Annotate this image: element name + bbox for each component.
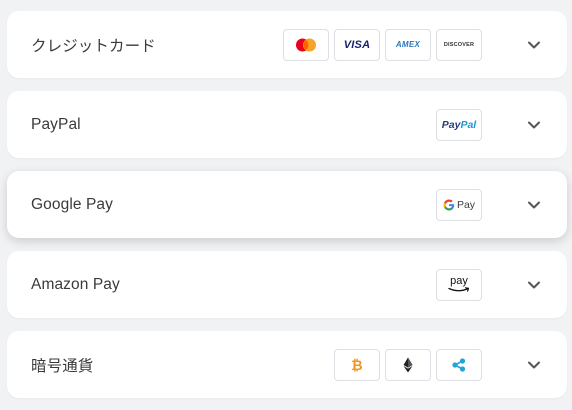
payment-option-label: Amazon Pay xyxy=(31,275,120,293)
amazon-pay-logo: pay xyxy=(436,268,482,301)
discover-logo: DISCOVER xyxy=(436,28,482,61)
payment-option-credit-card[interactable]: クレジットカード VISA AMEX DISCOVER xyxy=(7,11,567,78)
paypal-logo-pal: Pal xyxy=(460,118,477,131)
chevron-down-icon[interactable] xyxy=(525,36,543,54)
payment-option-label: クレジットカード xyxy=(31,37,156,55)
paypal-logo-pay: Pay xyxy=(441,118,461,131)
payment-option-label: 暗号通貨 xyxy=(31,357,94,375)
amazon-pay-logo-text: pay xyxy=(450,275,468,287)
amex-logo-text: AMEX xyxy=(395,40,421,49)
google-pay-logo-text: Pay xyxy=(456,198,476,211)
discover-logo-text: DISCOVER xyxy=(443,41,475,48)
chevron-down-icon[interactable] xyxy=(525,116,543,134)
ripple-logo xyxy=(436,348,482,381)
payment-option-paypal[interactable]: PayPal PayPal xyxy=(7,91,567,158)
payment-option-label: PayPal xyxy=(31,115,81,133)
amazon-smile-icon xyxy=(448,287,470,292)
chevron-down-icon[interactable] xyxy=(525,356,543,374)
paypal-logo-text: PayPal xyxy=(442,119,476,131)
paypal-logo: PayPal xyxy=(436,108,482,141)
payment-option-google-pay[interactable]: Google Pay Pay xyxy=(7,171,567,238)
mastercard-logo xyxy=(283,28,329,61)
payment-option-crypto[interactable]: 暗号通貨 ₿ xyxy=(7,331,567,398)
amex-logo: AMEX xyxy=(385,28,431,61)
visa-logo-text: VISA xyxy=(343,38,371,51)
bitcoin-logo: ₿ xyxy=(334,348,380,381)
payment-option-label: Google Pay xyxy=(31,195,113,213)
svg-text:₿: ₿ xyxy=(351,357,362,373)
google-pay-logo: Pay xyxy=(436,188,482,221)
chevron-down-icon[interactable] xyxy=(525,276,543,294)
ethereum-logo xyxy=(385,348,431,381)
visa-logo: VISA xyxy=(334,28,380,61)
payment-option-amazon-pay[interactable]: Amazon Pay pay xyxy=(7,251,567,318)
chevron-down-icon[interactable] xyxy=(525,196,543,214)
google-g-icon xyxy=(443,199,455,210)
payment-method-list: クレジットカード VISA AMEX DISCOVER PayPal PayPa… xyxy=(0,0,572,410)
